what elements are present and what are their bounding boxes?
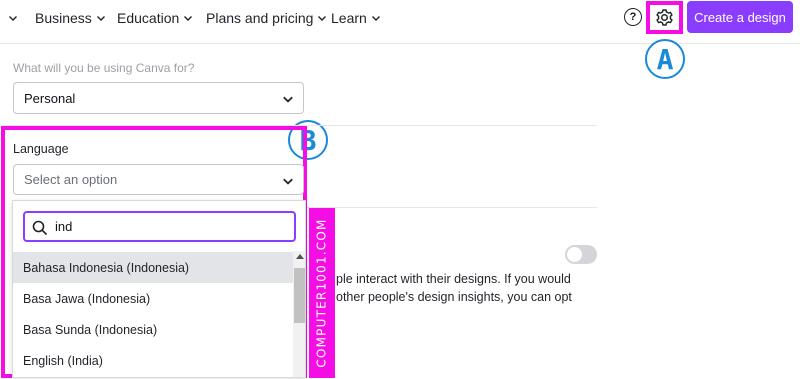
insights-toggle[interactable] [565, 245, 597, 264]
nav-label: Business [35, 10, 92, 26]
nav-education[interactable]: Education [117, 9, 193, 27]
gear-icon [656, 9, 673, 26]
language-search-input[interactable]: ind [23, 211, 296, 242]
language-select[interactable]: Select an option [13, 164, 304, 195]
chevron-down-icon [9, 16, 17, 21]
help-icon: ? [629, 11, 637, 23]
search-icon [32, 220, 48, 236]
language-dropdown: ind Bahasa Indonesia (Indonesia) Basa Ja… [12, 200, 306, 378]
usage-select[interactable]: Personal [13, 82, 304, 114]
language-option[interactable]: Basa Jawa (Indonesia) [13, 283, 293, 314]
toggle-knob [567, 247, 582, 262]
option-label: Basa Jawa (Indonesia) [23, 291, 151, 306]
option-label: English (India) [23, 353, 103, 368]
create-design-button[interactable]: Create a design [687, 1, 793, 33]
chevron-down-icon [96, 16, 105, 21]
chevron-down-icon [184, 16, 193, 21]
create-design-label: Create a design [694, 9, 786, 25]
watermark: COMPUTER1001.COM [309, 208, 335, 378]
nav-plans-pricing[interactable]: Plans and pricing [206, 9, 327, 27]
dropdown-scrollbar[interactable] [293, 251, 305, 377]
chevron-down-icon [283, 96, 293, 103]
language-label: Language [13, 142, 69, 156]
nav-label: Education [117, 10, 180, 26]
insights-description-line2: other people's design insights, you can … [336, 290, 572, 304]
search-value: ind [55, 219, 73, 234]
watermark-text: COMPUTER1001.COM [315, 218, 329, 368]
scroll-up-arrow-icon[interactable] [296, 254, 304, 259]
section-divider [307, 207, 597, 208]
option-label: Basa Sunda (Indonesia) [23, 322, 158, 337]
nav-business[interactable]: Business [35, 9, 106, 27]
language-option[interactable]: Basa Sunda (Indonesia) [13, 314, 293, 345]
nav-label: Learn [331, 10, 367, 26]
language-option[interactable]: Bahasa Indonesia (Indonesia) [13, 252, 293, 283]
settings-button[interactable] [646, 1, 683, 34]
language-placeholder: Select an option [24, 172, 118, 187]
insights-description-line1: ple interact with their designs. If you … [336, 272, 571, 286]
language-option[interactable]: English (India) [13, 345, 293, 376]
nav-learn[interactable]: Learn [331, 9, 381, 27]
callout-a-label: A [656, 42, 674, 76]
scroll-thumb[interactable] [294, 268, 305, 323]
callout-a: A [645, 39, 685, 79]
top-nav: Business Education Plans and pricing Lea… [0, 0, 800, 44]
option-label: Bahasa Indonesia (Indonesia) [23, 260, 190, 275]
chevron-down-icon [318, 16, 327, 21]
usage-label: What will you be using Canva for? [13, 61, 195, 75]
help-button[interactable]: ? [624, 8, 642, 26]
nav-label: Plans and pricing [206, 10, 314, 26]
usage-value: Personal [24, 90, 76, 106]
nav-menu-partial[interactable] [4, 9, 18, 27]
chevron-down-icon [371, 16, 380, 21]
chevron-down-icon [283, 178, 293, 185]
